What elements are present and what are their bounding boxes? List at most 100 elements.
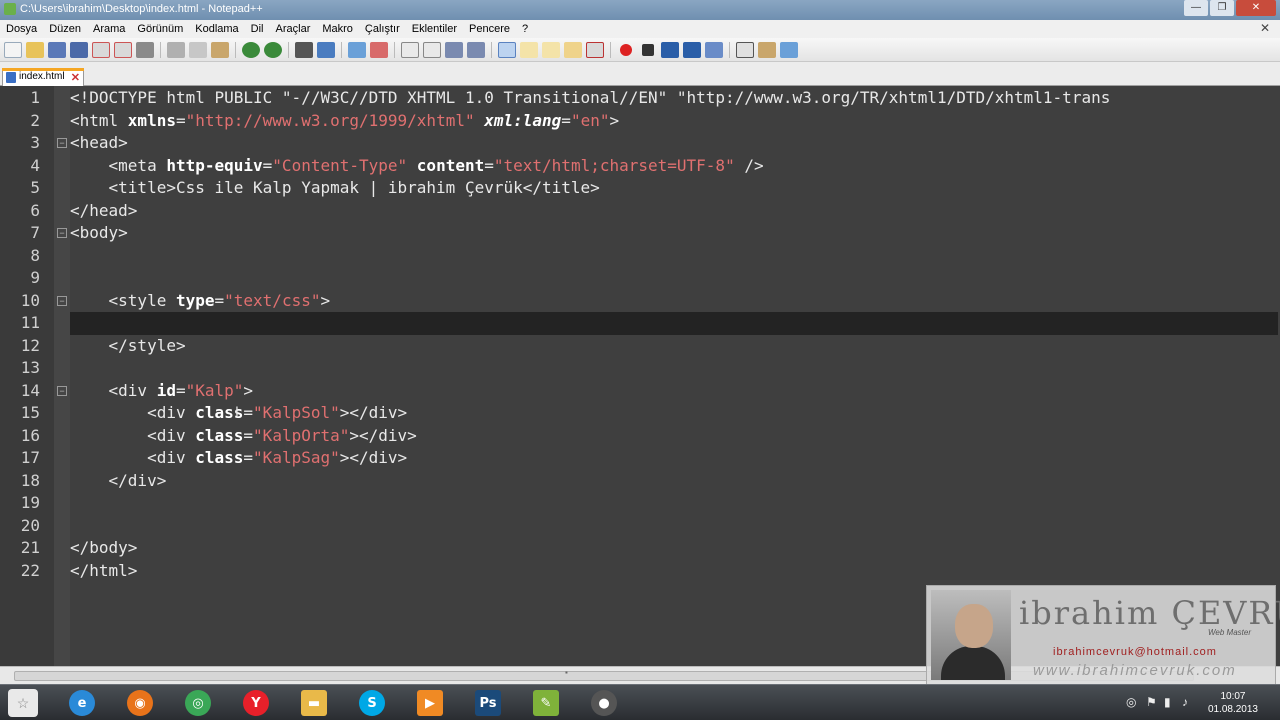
open-file-icon[interactable] (26, 41, 44, 58)
code-line[interactable]: 20 (0, 515, 1280, 538)
menu-dil[interactable]: Dil (245, 23, 270, 35)
network-icon[interactable]: ▮ (1164, 695, 1171, 709)
menu-kodlama[interactable]: Kodlama (189, 23, 244, 35)
fold-toggle-icon[interactable]: − (57, 295, 67, 306)
taskbar-app-button[interactable]: ◉ (120, 688, 160, 718)
close-button[interactable]: ✕ (1236, 0, 1276, 16)
plugin-icon[interactable] (758, 41, 776, 58)
replace-icon[interactable] (317, 41, 335, 58)
record-macro-icon[interactable] (620, 43, 632, 56)
folder-as-workspace-icon[interactable] (586, 41, 604, 58)
save-all-icon[interactable] (70, 41, 88, 58)
word-wrap-icon[interactable] (445, 41, 463, 58)
code-line[interactable]: 5 <title>Css ile Kalp Yapmak | ibrahim Ç… (0, 177, 1280, 200)
taskbar-app-button[interactable]: ● (584, 688, 624, 718)
code-line[interactable]: 22 </html> (0, 560, 1280, 583)
code-line[interactable]: 19 (0, 492, 1280, 515)
ds-icon[interactable] (736, 41, 754, 58)
find-icon[interactable] (295, 41, 313, 58)
user-lang-icon[interactable] (520, 41, 538, 58)
taskbar-app-button[interactable]: Y (236, 688, 276, 718)
code-line[interactable]: 2 <html xmlns="http://www.w3.org/1999/xht… (0, 110, 1280, 133)
menu-eklentiler[interactable]: Eklentiler (406, 23, 463, 35)
code-token: ></div> (349, 425, 417, 445)
code-line[interactable]: 17 <div class="KalpSag"></div> (0, 447, 1280, 470)
code-token: "text/html;charset=UTF-8" (493, 155, 735, 175)
close-document-icon[interactable]: ✕ (1260, 22, 1272, 34)
fold-toggle-icon[interactable]: − (57, 385, 67, 396)
paste-icon[interactable] (211, 41, 229, 58)
code-line[interactable]: 9 (0, 267, 1280, 290)
cut-icon[interactable] (167, 41, 185, 58)
menu-arama[interactable]: Arama (87, 23, 131, 35)
menu-araclar[interactable]: Araçlar (270, 23, 317, 35)
code-text: <meta http-equiv="Content-Type" content=… (70, 155, 764, 178)
play-macro-icon[interactable] (661, 41, 679, 58)
menu-pencere[interactable]: Pencere (463, 23, 516, 35)
undo-icon[interactable] (242, 41, 260, 58)
zoom-in-icon[interactable] (348, 41, 366, 58)
sync-horizontal-icon[interactable] (423, 41, 441, 58)
code-line[interactable]: 13 (0, 357, 1280, 380)
code-line[interactable]: 7 − <body> (0, 222, 1280, 245)
code-line[interactable]: 4 <meta http-equiv="Content-Type" conten… (0, 155, 1280, 178)
code-line[interactable]: 11 (21, 312, 1278, 335)
volume-icon[interactable]: ♪ (1182, 695, 1188, 709)
copy-icon[interactable] (189, 41, 207, 58)
menu-duzen[interactable]: Düzen (43, 23, 87, 35)
function-list-icon[interactable] (564, 41, 582, 58)
taskbar-app-button[interactable]: ▶ (410, 688, 450, 718)
new-file-icon[interactable] (4, 41, 22, 58)
print-icon[interactable] (136, 41, 154, 58)
code-line[interactable]: 12 </style> (0, 335, 1280, 358)
close-file-icon[interactable] (92, 41, 110, 58)
menu-makro[interactable]: Makro (316, 23, 359, 35)
code-editor[interactable]: 1 <!DOCTYPE html PUBLIC "-//W3C//DTD XHTM… (0, 86, 1280, 666)
tray-expand-icon[interactable]: ◎ (1126, 695, 1136, 709)
action-center-icon[interactable]: ⚑ (1146, 695, 1157, 709)
taskbar-app-button[interactable]: ◎ (178, 688, 218, 718)
menu-gorunum[interactable]: Görünüm (131, 23, 189, 35)
zoom-out-icon[interactable] (370, 41, 388, 58)
stop-macro-icon[interactable] (642, 43, 654, 56)
code-line[interactable]: 15 <div class="KalpSol"></div> (0, 402, 1280, 425)
code-line[interactable]: 6 </head> (0, 200, 1280, 223)
sync-vertical-icon[interactable] (401, 41, 419, 58)
minimize-button[interactable]: — (1184, 0, 1208, 16)
code-token: <title>Css ile Kalp Yapmak | ibrahim Çev… (70, 178, 600, 197)
doc-map-icon[interactable] (542, 41, 560, 58)
indent-guide-icon[interactable] (498, 41, 516, 58)
taskbar-app-button[interactable]: S (352, 688, 392, 718)
window-controls: — ❐ ✕ (1184, 0, 1276, 18)
start-button[interactable]: ☆ (8, 689, 38, 717)
menu-help[interactable]: ? (516, 23, 534, 35)
tab-close-icon[interactable]: ✕ (71, 70, 80, 86)
code-line[interactable]: 3 − <head> (0, 132, 1280, 155)
code-line[interactable]: 21 </body> (0, 537, 1280, 560)
taskbar-app-button[interactable]: Ps (468, 688, 508, 718)
close-all-icon[interactable] (114, 41, 132, 58)
code-line[interactable]: 16 <div class="KalpOrta"></div> (0, 425, 1280, 448)
taskbar-app-button[interactable]: ▬ (294, 688, 334, 718)
maximize-button[interactable]: ❐ (1210, 0, 1234, 16)
run-macro-multiple-icon[interactable] (683, 41, 701, 58)
menu-calistir[interactable]: Çalıştır (359, 23, 406, 35)
code-line[interactable]: 14 − <div id="Kalp"> (0, 380, 1280, 403)
taskbar-app-button[interactable]: ✎ (526, 688, 566, 718)
show-all-chars-icon[interactable] (467, 41, 485, 58)
save-macro-icon[interactable] (705, 41, 723, 58)
taskbar-app-button[interactable]: e (62, 688, 102, 718)
save-icon[interactable] (48, 41, 66, 58)
code-line[interactable]: 18 </div> (0, 470, 1280, 493)
fold-toggle-icon[interactable]: − (57, 138, 67, 148)
view-in-browser-icon[interactable] (780, 41, 798, 58)
code-line[interactable]: 1 <!DOCTYPE html PUBLIC "-//W3C//DTD XHTM… (0, 87, 1280, 110)
line-number: 10 (20, 290, 40, 310)
code-text: <div class="KalpOrta"></div> (70, 425, 417, 448)
redo-icon[interactable] (264, 41, 282, 58)
fold-toggle-icon[interactable]: − (57, 228, 67, 238)
code-line[interactable]: 8 (0, 245, 1280, 268)
code-line[interactable]: 10 − <style type="text/css"> (0, 290, 1280, 313)
clock[interactable]: 10:07 01.08.2013 (1208, 690, 1258, 716)
menu-dosya[interactable]: Dosya (0, 23, 43, 35)
